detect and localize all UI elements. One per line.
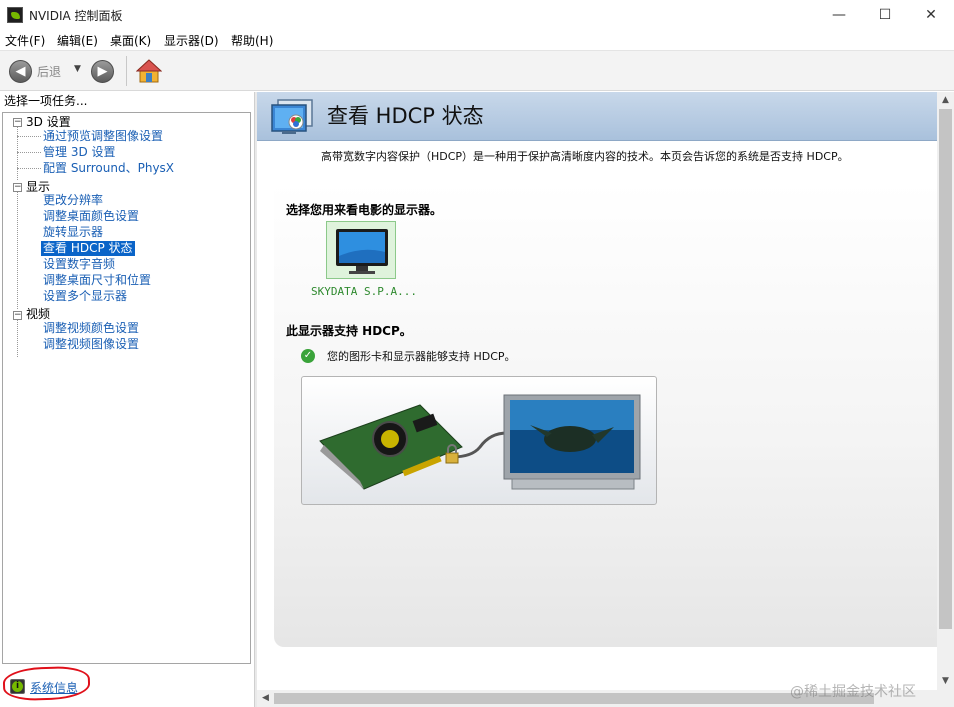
tree-item-manage-3d[interactable]: 管理 3D 设置 (43, 145, 116, 160)
menu-edit[interactable]: 编辑(E) (57, 32, 98, 49)
history-dropdown-icon[interactable]: ▼ (74, 64, 81, 74)
home-icon[interactable] (136, 58, 162, 84)
scroll-up-icon[interactable]: ▲ (937, 92, 954, 109)
tree-item-multiple-displays[interactable]: 设置多个显示器 (43, 289, 127, 304)
graphics-card-to-tv-image (319, 394, 641, 490)
tree-connector (17, 136, 41, 137)
tree-item-video-image[interactable]: 调整视频图像设置 (43, 337, 139, 352)
minimize-button[interactable]: — (816, 0, 862, 30)
content-pane: 查看 HDCP 状态 高带宽数字内容保护（HDCP）是一种用于保护高清晰度内容的… (257, 92, 939, 690)
close-button[interactable]: ✕ (908, 0, 954, 30)
forward-button[interactable]: ▶ (91, 60, 114, 83)
annotation-circle (2, 665, 91, 702)
display-name[interactable]: SKYDATA S.P.A... (311, 285, 417, 298)
collapse-display-icon[interactable]: − (13, 183, 22, 192)
hdcp-display-icon (271, 99, 313, 134)
tree-item-video-color[interactable]: 调整视频颜色设置 (43, 321, 139, 336)
page-banner: 查看 HDCP 状态 (257, 92, 937, 141)
page-description: 高带宽数字内容保护（HDCP）是一种用于保护高清晰度内容的技术。本页会告诉您的系… (321, 150, 849, 163)
supports-hdcp-label: 此显示器支持 HDCP。 (286, 324, 412, 338)
monitor-icon (336, 229, 388, 274)
toolbar-separator (126, 56, 127, 86)
arrow-left-icon: ◀ (15, 64, 26, 79)
select-display-label: 选择您用来看电影的显示器。 (286, 203, 443, 217)
menu-bar: 文件(F) 编辑(E) 桌面(K) 显示器(D) 帮助(H) (0, 30, 954, 50)
collapse-video-icon[interactable]: − (13, 311, 22, 320)
maximize-button[interactable]: ☐ (862, 0, 908, 30)
back-label[interactable]: 后退 (37, 63, 61, 80)
supports-hdcp-detail: 您的图形卡和显示器能够支持 HDCP。 (327, 350, 516, 363)
tree-item-preview-image[interactable]: 通过预览调整图像设置 (43, 129, 163, 144)
collapse-3d-icon[interactable]: − (13, 118, 22, 127)
title-bar: NVIDIA 控制面板 — ☐ ✕ (0, 0, 954, 30)
scroll-down-icon[interactable]: ▼ (937, 673, 954, 690)
tree-category-3d[interactable]: 3D 设置 (26, 115, 71, 130)
nvidia-app-icon (7, 7, 23, 23)
task-panel-header: 选择一项任务... (0, 92, 254, 112)
tree-item-resolution[interactable]: 更改分辨率 (43, 193, 103, 208)
scroll-left-icon[interactable]: ◀ (257, 690, 274, 707)
tree-item-hdcp-status[interactable]: 查看 HDCP 状态 (41, 241, 135, 256)
tree-connector (17, 191, 18, 309)
arrow-right-icon: ▶ (97, 64, 108, 79)
menu-file[interactable]: 文件(F) (5, 32, 45, 49)
horizontal-scroll-thumb[interactable] (274, 693, 874, 704)
vertical-scrollbar[interactable]: ▲ ▼ (937, 92, 954, 690)
page-title: 查看 HDCP 状态 (327, 104, 484, 128)
tree-connector (17, 319, 18, 357)
watermark: @稀土掘金技术社区 (790, 684, 916, 700)
hdcp-illustration (301, 376, 657, 505)
tree-category-video[interactable]: 视频 (26, 307, 50, 322)
vertical-scroll-thumb[interactable] (939, 109, 952, 629)
tree-connector (17, 152, 41, 153)
tree-item-digital-audio[interactable]: 设置数字音频 (43, 257, 115, 272)
tree-item-desktop-size[interactable]: 调整桌面尺寸和位置 (43, 273, 151, 288)
menu-help[interactable]: 帮助(H) (231, 32, 273, 49)
checkmark-icon: ✓ (301, 349, 315, 363)
menu-display[interactable]: 显示器(D) (164, 32, 219, 49)
tree-item-desktop-color[interactable]: 调整桌面颜色设置 (43, 209, 139, 224)
hdcp-section: 选择您用来看电影的显示器。 SKYDATA S.P.A... 此显示器支持 HD… (274, 183, 939, 647)
tree-item-surround-physx[interactable]: 配置 Surround、PhysX (43, 161, 174, 176)
task-tree: − 3D 设置 通过预览调整图像设置 管理 3D 设置 配置 Surround、… (2, 112, 251, 664)
tree-item-rotate-display[interactable]: 旋转显示器 (43, 225, 103, 240)
menu-desktop[interactable]: 桌面(K) (110, 32, 151, 49)
toolbar: ◀ 后退 ▼ ▶ (0, 50, 954, 91)
tree-connector (17, 168, 41, 169)
display-tile[interactable] (326, 221, 396, 279)
back-button[interactable]: ◀ (9, 60, 32, 83)
window-title: NVIDIA 控制面板 (29, 9, 123, 23)
tree-connector (17, 126, 18, 180)
